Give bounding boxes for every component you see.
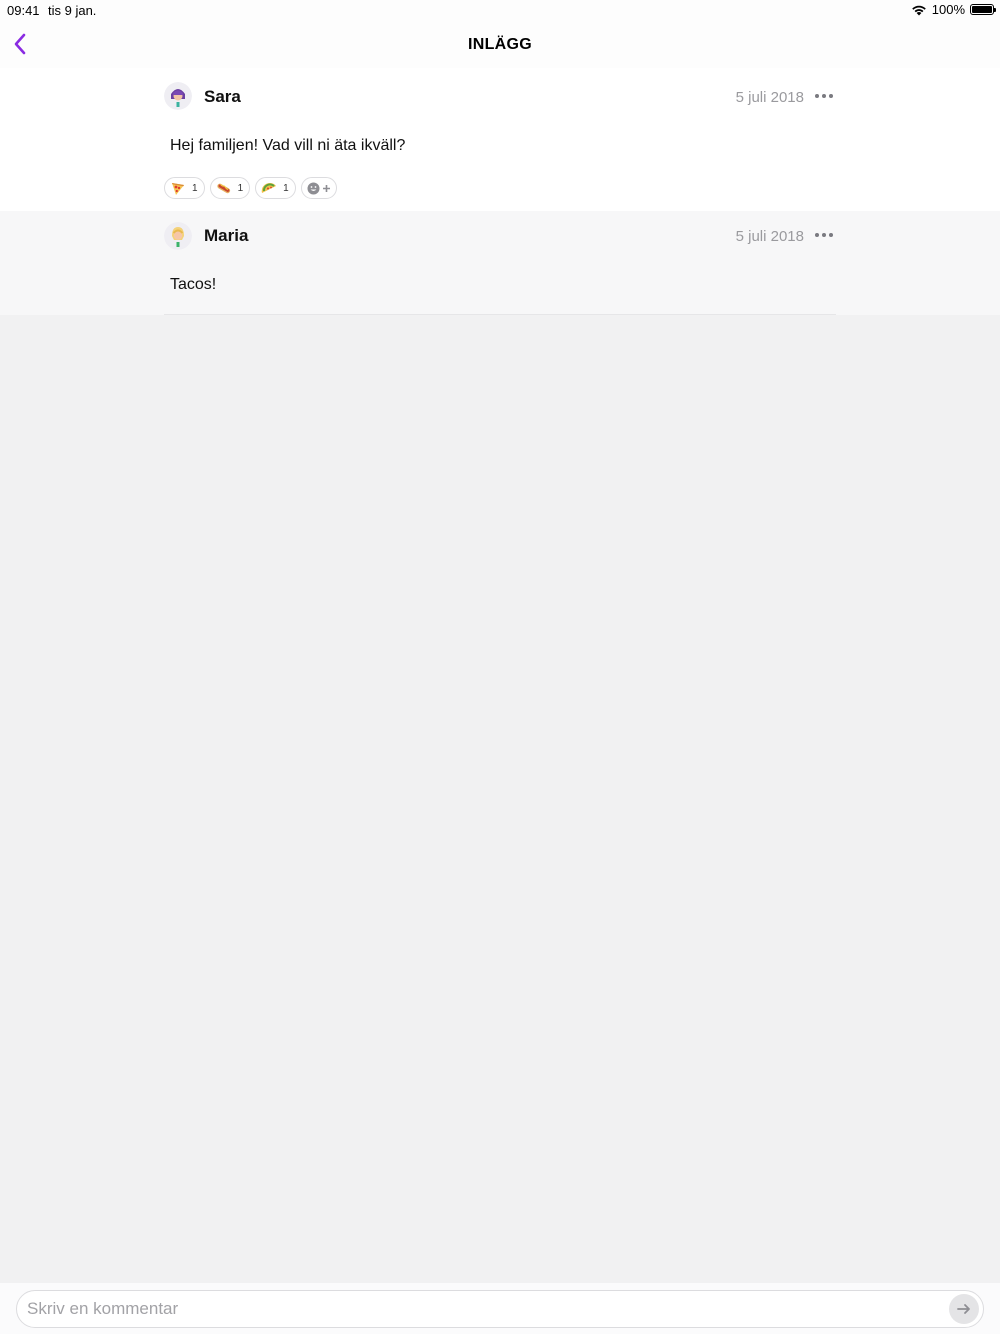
post-item: Maria 5 juli 2018 Tacos! <box>0 211 1000 315</box>
more-options-button[interactable] <box>815 229 833 241</box>
post-text: Hej familjen! Vad vill ni äta ikväll? <box>170 137 406 154</box>
more-dot-icon <box>815 94 819 98</box>
status-time: 09:41 <box>7 3 40 18</box>
reaction-count: 1 <box>192 182 198 194</box>
post-date: 5 juli 2018 <box>735 228 804 245</box>
more-dot-icon <box>829 233 833 237</box>
wifi-icon <box>911 5 926 15</box>
page-title: INLÄGG <box>467 36 533 53</box>
avatar-maria[interactable] <box>164 222 192 250</box>
comment-composer <box>0 1283 1000 1334</box>
post-date: 5 juli 2018 <box>735 89 804 106</box>
status-bar: 09:41 tis 9 jan. 100% <box>0 0 1000 22</box>
plus-icon <box>322 184 330 192</box>
divider <box>164 314 836 315</box>
battery-icon <box>970 4 996 15</box>
status-date: tis 9 jan. <box>48 3 97 18</box>
post-author[interactable]: Sara <box>204 87 241 107</box>
reaction-taco[interactable]: 1 <box>255 177 296 199</box>
battery-percent: 100% <box>931 2 965 17</box>
more-dot-icon <box>822 233 826 237</box>
hotdog-emoji-icon <box>216 183 230 194</box>
send-button[interactable] <box>949 1294 979 1324</box>
post-author[interactable]: Maria <box>204 226 248 246</box>
smiley-icon <box>307 182 320 194</box>
status-right: 100% <box>911 2 996 17</box>
reaction-hotdog[interactable]: 1 <box>209 177 251 199</box>
more-options-button[interactable] <box>815 90 833 102</box>
nav-bar: INLÄGG <box>0 22 1000 68</box>
reactions-row: 1 1 1 <box>164 177 337 199</box>
arrow-right-icon <box>957 1304 970 1314</box>
comment-input[interactable] <box>16 1290 984 1328</box>
avatar-sara[interactable] <box>164 82 192 110</box>
reaction-count: 1 <box>283 182 289 194</box>
more-dot-icon <box>822 94 826 98</box>
reaction-pizza[interactable]: 1 <box>164 177 205 199</box>
more-dot-icon <box>815 233 819 237</box>
reaction-count: 1 <box>237 182 244 194</box>
add-reaction-button[interactable] <box>300 177 337 199</box>
post-text: Tacos! <box>170 276 217 293</box>
taco-emoji-icon <box>261 182 277 193</box>
pizza-emoji-icon <box>172 183 184 195</box>
post-item: Sara 5 juli 2018 Hej familjen! Vad vill … <box>0 68 1000 211</box>
more-dot-icon <box>829 94 833 98</box>
